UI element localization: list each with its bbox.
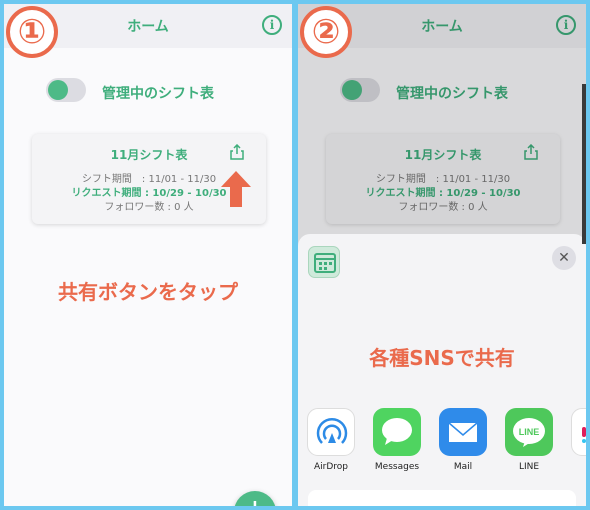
share-target-label: Mail — [453, 462, 473, 472]
share-target-label: Messages — [374, 462, 420, 472]
share-targets-row: AirDrop Messages Mail LINE LINE — [306, 408, 586, 478]
step-1-caption: 共有ボタンをタップ — [58, 280, 238, 304]
step-2-caption: 各種SNSで共有 — [369, 346, 515, 370]
home-content: 管理中のシフト表 11月シフト表 シフト期間 : 11/01 - 11/30 リ… — [4, 48, 292, 506]
share-sheet-action-row[interactable] — [308, 490, 576, 506]
add-button[interactable]: + — [234, 491, 276, 506]
share-target-airdrop[interactable]: AirDrop — [306, 408, 356, 472]
share-sheet: ✕ 各種SNSで共有 AirDrop Messages Mail LINE LI… — [298, 234, 586, 506]
step-number-badge: ② — [300, 6, 352, 58]
scroll-edge — [582, 84, 586, 244]
line-icon-text: LINE — [519, 427, 540, 437]
share-target-label: AirDrop — [313, 462, 348, 472]
info-icon[interactable]: i — [262, 15, 282, 35]
share-target-line[interactable]: LINE LINE — [504, 408, 554, 472]
toggle-label: 管理中のシフト表 — [102, 86, 214, 102]
step-2-panel: ホーム i 管理中のシフト表 11月シフト表 シフト期間 : 11/01 - 1… — [298, 4, 586, 506]
share-target-mail[interactable]: Mail — [438, 408, 488, 472]
step-number-badge: ① — [6, 6, 58, 58]
calendar-app-icon — [308, 246, 340, 278]
managed-shift-toggle[interactable] — [46, 78, 86, 102]
share-target-messages[interactable]: Messages — [372, 408, 422, 472]
toggle-knob — [48, 80, 68, 100]
close-button[interactable]: ✕ — [552, 246, 576, 270]
line-icon: LINE — [505, 408, 553, 456]
step-1-panel: ホーム i 管理中のシフト表 11月シフト表 シフト期間 : 11/01 - 1… — [4, 4, 292, 506]
share-target-label: LINE — [518, 462, 540, 472]
airdrop-icon — [307, 408, 355, 456]
mail-icon — [439, 408, 487, 456]
share-target-more[interactable] — [570, 408, 586, 456]
share-icon[interactable] — [230, 144, 244, 160]
arrow-up-icon — [221, 171, 251, 207]
slack-icon — [571, 408, 586, 456]
messages-icon — [373, 408, 421, 456]
